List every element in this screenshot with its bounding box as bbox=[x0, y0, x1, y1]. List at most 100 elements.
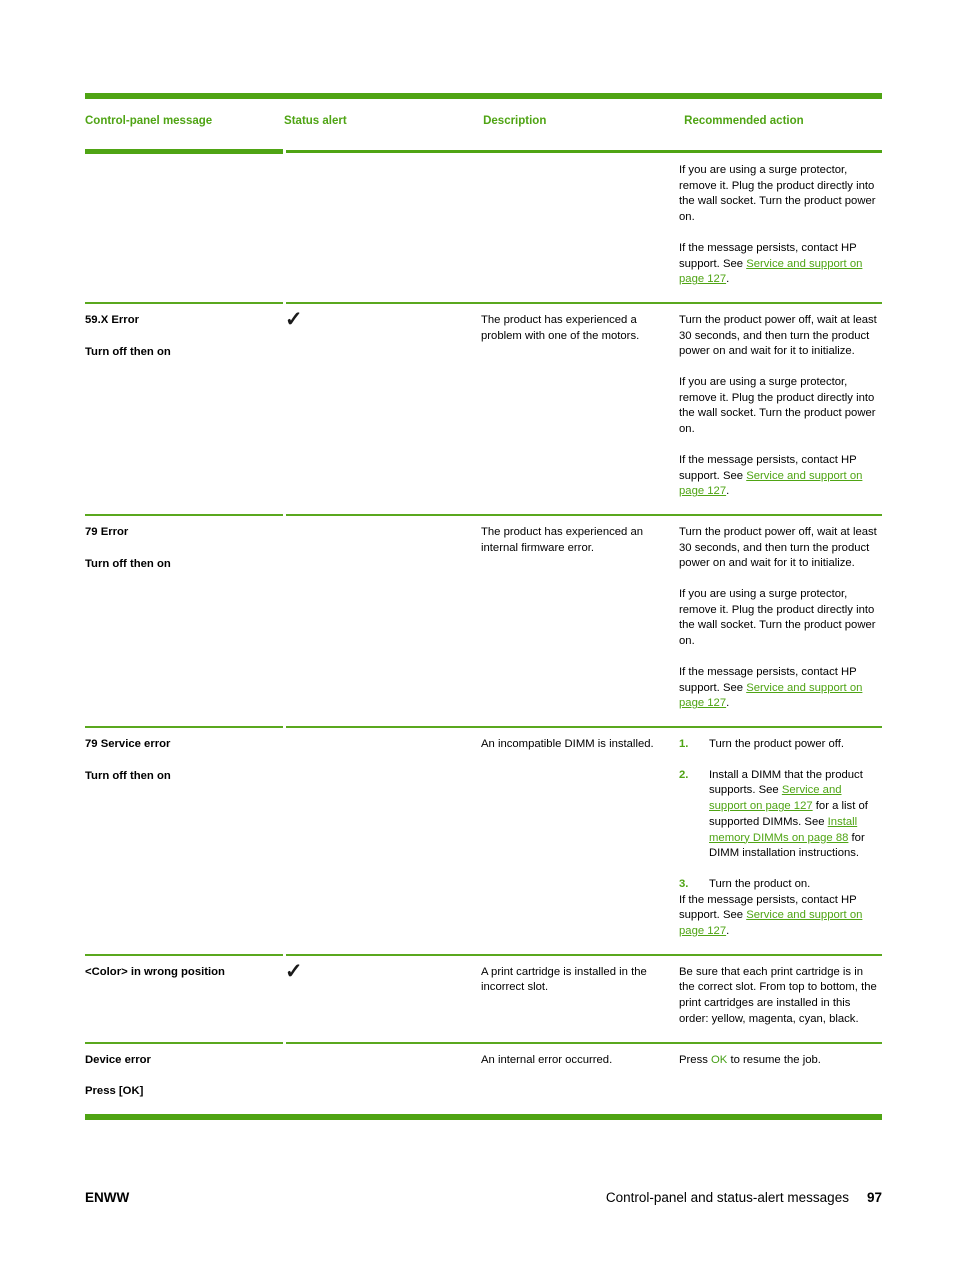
footer-page-number: 97 bbox=[866, 1190, 882, 1205]
control-panel-key-name: OK bbox=[711, 1053, 728, 1066]
step-number: 3. bbox=[679, 877, 689, 890]
step-number: 1. bbox=[679, 737, 689, 750]
control-panel-message-table: Control-panel message Status alert Descr… bbox=[85, 93, 882, 1120]
cell-control-panel-message: 59.X Error Turn off then on bbox=[85, 304, 283, 374]
cell-description: A print cartridge is installed in the in… bbox=[481, 956, 679, 1010]
table-row: 79 Service error Turn off then on An incom… bbox=[85, 728, 882, 954]
control-panel-message-line: 79 Service error bbox=[85, 737, 171, 750]
row-divider-segment-left bbox=[85, 301, 283, 304]
cell-control-panel-message bbox=[85, 154, 283, 177]
column-header-description: Description bbox=[483, 115, 547, 127]
recommended-action-paragraph: Be sure that each print cartridge is in … bbox=[679, 965, 880, 1028]
table-bottom-rule bbox=[85, 1113, 882, 1120]
recommended-action-step: 1. Turn the product power off. bbox=[679, 737, 880, 753]
cell-recommended-action: 1. Turn the product power off. 2. Install a… bbox=[679, 728, 882, 954]
recommended-action-paragraph: If you are using a surge protector, remo… bbox=[679, 375, 880, 438]
table-header-row: Control-panel message Status alert Descr… bbox=[85, 99, 882, 149]
cell-status-alert bbox=[283, 516, 481, 539]
cell-recommended-action: Turn the product power off, wait at leas… bbox=[679, 516, 882, 726]
table-header-rule bbox=[85, 149, 882, 154]
control-panel-message-line: 79 Error bbox=[85, 525, 129, 538]
body-text: If you are using a surge protector, remo… bbox=[679, 588, 876, 648]
row-divider-segment-left bbox=[85, 1041, 283, 1044]
row-divider-segment-right bbox=[286, 1041, 882, 1044]
cell-recommended-action: Turn the product power off, wait at leas… bbox=[679, 304, 882, 514]
cell-status-alert bbox=[283, 1044, 481, 1067]
recommended-action-step: 2. Install a DIMM that the product suppor… bbox=[679, 768, 880, 862]
control-panel-message-line: 59.X Error bbox=[85, 313, 140, 326]
cell-recommended-action: Be sure that each print cartridge is in … bbox=[679, 956, 882, 1042]
control-panel-message-line: Turn off then on bbox=[85, 769, 171, 782]
cell-description: An incompatible DIMM is installed. bbox=[481, 728, 679, 767]
footer-section-title: Control-panel and status-alert messages bbox=[605, 1190, 849, 1205]
body-text: Press bbox=[679, 1053, 712, 1066]
recommended-action-paragraph: If you are using a surge protector, remo… bbox=[679, 163, 880, 226]
recommended-action-paragraph: Press OK to resume the job. bbox=[679, 1053, 880, 1069]
recommended-action-paragraph: If the message persists, contact HP supp… bbox=[679, 893, 880, 940]
column-header-status-alert: Status alert bbox=[284, 115, 347, 127]
cell-status-alert: ✓ bbox=[283, 304, 481, 343]
table-row-divider bbox=[85, 1041, 882, 1044]
table-row-divider bbox=[85, 953, 882, 956]
cell-control-panel-message: 79 Service error Turn off then on bbox=[85, 728, 283, 798]
cell-status-alert bbox=[283, 154, 481, 177]
recommended-action-paragraph: If the message persists, contact HP supp… bbox=[679, 453, 880, 500]
control-panel-message-line: Device error bbox=[85, 1053, 151, 1066]
cell-description: The product has experienced a problem wi… bbox=[481, 304, 679, 358]
cell-control-panel-message: <Color> in wrong position bbox=[85, 956, 283, 995]
control-panel-message-line: Turn off then on bbox=[85, 557, 171, 570]
table-row: <Color> in wrong position ✓ A print cartri… bbox=[85, 956, 882, 1042]
table-row-divider bbox=[85, 301, 882, 304]
recommended-action-paragraph: If the message persists, contact HP supp… bbox=[679, 665, 880, 712]
body-text: Turn the product power off. bbox=[709, 737, 845, 750]
cell-recommended-action: If you are using a surge protector, remo… bbox=[679, 154, 882, 302]
row-divider-segment-left bbox=[85, 953, 283, 956]
table-row-divider bbox=[85, 725, 882, 728]
footer-locale-label: ENWW bbox=[85, 1190, 130, 1205]
table-row: If you are using a surge protector, remo… bbox=[85, 154, 882, 302]
cell-recommended-action: Press OK to resume the job. bbox=[679, 1044, 882, 1083]
row-divider-segment-left bbox=[85, 725, 283, 728]
body-text: . bbox=[726, 697, 730, 710]
cell-description: The product has experienced an internal … bbox=[481, 516, 679, 570]
row-divider-segment-right bbox=[286, 301, 882, 304]
recommended-action-paragraph: If you are using a surge protector, remo… bbox=[679, 587, 880, 650]
step-number: 2. bbox=[679, 768, 689, 781]
recommended-action-paragraph: If the message persists, contact HP supp… bbox=[679, 241, 880, 288]
description-text: An incompatible DIMM is installed. bbox=[481, 737, 654, 750]
description-text: The product has experienced an internal … bbox=[481, 525, 644, 554]
page-footer: ENWW Control-panel and status-alert mess… bbox=[85, 1190, 882, 1205]
footer-section-info: Control-panel and status-alert messages 9… bbox=[606, 1190, 882, 1205]
checkmark-icon: ✓ bbox=[285, 959, 303, 983]
body-text: to resume the job. bbox=[727, 1053, 821, 1066]
description-text: A print cartridge is installed in the in… bbox=[481, 965, 647, 994]
body-text: Turn the product on. bbox=[709, 877, 811, 890]
column-header-recommended-action: Recommended action bbox=[684, 115, 804, 127]
cell-status-alert bbox=[283, 728, 481, 751]
recommended-action-step: 3. Turn the product on. bbox=[679, 877, 880, 893]
table-row: 79 Error Turn off then on The product has … bbox=[85, 516, 882, 726]
cell-status-alert: ✓ bbox=[283, 956, 481, 995]
body-text: If you are using a surge protector, remo… bbox=[679, 164, 876, 224]
cell-control-panel-message: Device error Press [OK] bbox=[85, 1044, 283, 1114]
row-divider-segment-right bbox=[286, 513, 882, 516]
table-row-divider bbox=[85, 513, 882, 516]
recommended-action-step-list: 1. Turn the product power off. 2. Install a… bbox=[679, 737, 880, 893]
body-text: Turn the product power off, wait at leas… bbox=[679, 525, 877, 570]
header-rule-segment-right bbox=[286, 150, 882, 153]
row-divider-segment-right bbox=[286, 953, 882, 956]
body-text: Turn the product power off, wait at leas… bbox=[679, 313, 877, 358]
checkmark-icon: ✓ bbox=[285, 307, 303, 331]
body-text: Be sure that each print cartridge is in … bbox=[679, 965, 877, 1025]
body-text: If you are using a surge protector, remo… bbox=[679, 376, 876, 436]
column-header-control-panel-message: Control-panel message bbox=[85, 115, 213, 127]
recommended-action-paragraph: Turn the product power off, wait at leas… bbox=[679, 313, 880, 360]
table-row: 59.X Error Turn off then on ✓ The product h… bbox=[85, 304, 882, 514]
recommended-action-paragraph: Turn the product power off, wait at leas… bbox=[679, 525, 880, 572]
row-divider-segment-right bbox=[286, 725, 882, 728]
table-body: If you are using a surge protector, remo… bbox=[85, 154, 882, 1114]
body-text: . bbox=[726, 485, 730, 498]
cell-control-panel-message: 79 Error Turn off then on bbox=[85, 516, 283, 586]
body-text: . bbox=[726, 925, 730, 938]
cell-description bbox=[481, 154, 679, 177]
